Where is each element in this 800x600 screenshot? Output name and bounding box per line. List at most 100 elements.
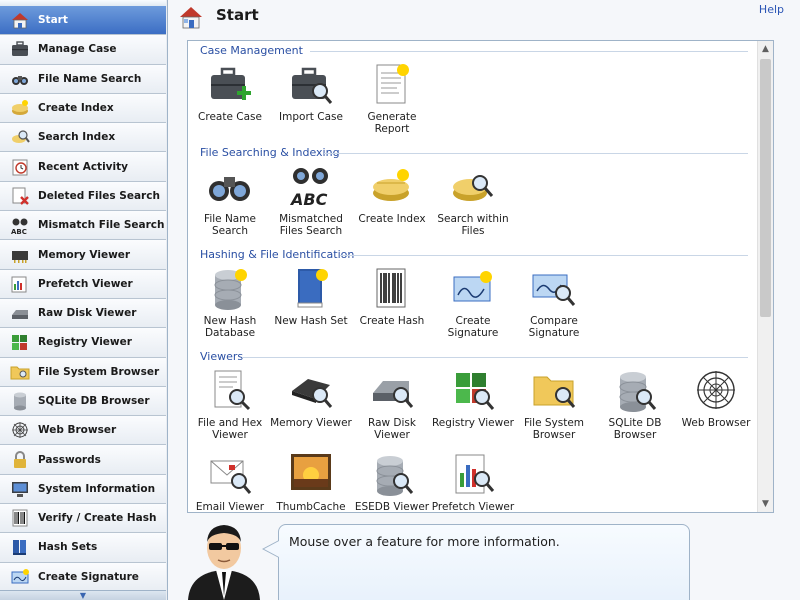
feature-label: ThumbCache Viewer <box>276 501 346 513</box>
feature-sqlite-db-browser[interactable]: SQLite DB Browser <box>593 367 677 441</box>
sidebar-item-label: Registry Viewer <box>38 336 132 349</box>
search-index-icon <box>450 163 496 209</box>
sidebar: Start Manage Case File Name Search Creat… <box>0 0 168 600</box>
memory-chip-icon <box>288 367 334 413</box>
feature-label: SQLite DB Browser <box>608 417 662 441</box>
search-index-icon <box>9 126 31 148</box>
feature-generate-report[interactable]: Generate Report <box>350 61 434 135</box>
feature-file-system-browser[interactable]: File System Browser <box>512 367 596 441</box>
feature-label: Memory Viewer <box>270 417 352 429</box>
home-icon <box>178 4 204 30</box>
feature-web-browser[interactable]: Web Browser <box>674 367 758 429</box>
sidebar-item-hash-sets[interactable]: Hash Sets <box>0 533 166 563</box>
sidebar-item-label: Hash Sets <box>38 541 98 554</box>
sidebar-item-web-browser[interactable]: Web Browser <box>0 416 166 446</box>
picture-icon <box>288 451 334 497</box>
sidebar-item-manage-case[interactable]: Manage Case <box>0 35 166 65</box>
feature-create-case[interactable]: Create Case <box>188 61 272 123</box>
email-icon <box>207 451 253 497</box>
feature-new-hash-set[interactable]: New Hash Set <box>269 265 353 327</box>
sidebar-item-recent-activity[interactable]: Recent Activity <box>0 152 166 182</box>
disk-icon <box>369 367 415 413</box>
sidebar-item-registry-viewer[interactable]: Registry Viewer <box>0 328 166 358</box>
feature-label: File Name Search <box>204 213 256 237</box>
feature-label: File System Browser <box>523 417 585 441</box>
feature-thumbcache-viewer[interactable]: ThumbCache Viewer <box>269 451 353 513</box>
sidebar-item-deleted-files-search[interactable]: Deleted Files Search <box>0 181 166 212</box>
memory-chip-icon <box>9 244 31 266</box>
feature-import-case[interactable]: Import Case <box>269 61 353 123</box>
feature-file-name-search[interactable]: File Name Search <box>188 163 272 237</box>
feature-registry-viewer[interactable]: Registry Viewer <box>431 367 515 429</box>
scroll-thumb[interactable] <box>760 59 771 317</box>
sidebar-item-verify-create-hash[interactable]: Verify / Create Hash <box>0 504 166 534</box>
index-icon <box>9 97 31 119</box>
feature-file-and-hex-viewer[interactable]: File and Hex Viewer <box>188 367 272 441</box>
feature-compare-signature[interactable]: Compare Signature <box>512 265 596 339</box>
web-icon <box>693 367 739 413</box>
sidebar-item-label: Prefetch Viewer <box>38 277 133 290</box>
feature-create-index[interactable]: Create Index <box>350 163 434 225</box>
barcode-icon <box>369 265 415 311</box>
feature-label: Create Index <box>358 213 426 225</box>
sidebar-item-label: Web Browser <box>38 424 117 437</box>
sidebar-item-label: Recent Activity <box>38 160 128 173</box>
sidebar-item-prefetch-viewer[interactable]: Prefetch Viewer <box>0 269 166 299</box>
sidebar-item-raw-disk-viewer[interactable]: Raw Disk Viewer <box>0 298 166 329</box>
feature-new-hash-database[interactable]: New Hash Database <box>188 265 272 339</box>
feature-memory-viewer[interactable]: Memory Viewer <box>269 367 353 429</box>
books-icon <box>9 536 31 558</box>
sidebar-item-system-information[interactable]: System Information <box>0 474 166 505</box>
clock-icon <box>9 156 31 178</box>
signature-icon <box>9 566 31 588</box>
help-link[interactable]: Help <box>759 3 784 16</box>
page-title: Start <box>216 6 259 24</box>
book-icon <box>288 265 334 311</box>
feature-mismatched-files-search[interactable]: ABC Mismatched Files Search <box>269 163 353 237</box>
feature-raw-disk-viewer[interactable]: Raw Disk Viewer <box>350 367 434 441</box>
briefcase-plus-icon <box>207 61 253 107</box>
feature-label: Compare Signature <box>528 315 580 339</box>
feature-email-viewer[interactable]: Email Viewer <box>188 451 272 513</box>
feature-label: Email Viewer <box>195 501 265 513</box>
feature-esedb-viewer[interactable]: ESEDB Viewer <box>350 451 434 513</box>
section-title-file-searching: File Searching & Indexing <box>200 146 340 159</box>
sidebar-item-file-name-search[interactable]: File Name Search <box>0 64 166 94</box>
feature-label: Prefetch Viewer <box>431 501 515 513</box>
sidebar-item-search-index[interactable]: Search Index <box>0 123 166 153</box>
sidebar-item-memory-viewer[interactable]: Memory Viewer <box>0 240 166 270</box>
scroll-up-arrow[interactable]: ▲ <box>758 41 773 57</box>
sidebar-item-sqlite-db-browser[interactable]: SQLite DB Browser <box>0 386 166 417</box>
sidebar-item-mismatch-file-search[interactable]: ABC Mismatch File Search <box>0 211 166 241</box>
feature-prefetch-viewer[interactable]: Prefetch Viewer <box>431 451 515 513</box>
section-divider <box>324 153 748 154</box>
sidebar-item-label: Mismatch File Search <box>38 219 165 232</box>
feature-label: Create Case <box>198 111 262 123</box>
sidebar-item-label: System Information <box>38 482 156 495</box>
sidebar-item-create-signature[interactable]: Create Signature <box>0 562 166 592</box>
sidebar-item-label: File Name Search <box>38 72 142 85</box>
feature-create-signature[interactable]: Create Signature <box>431 265 515 339</box>
abc-binoculars-icon: ABC <box>288 163 334 209</box>
registry-icon <box>9 331 31 353</box>
lock-icon <box>9 449 31 471</box>
sidebar-item-label: Manage Case <box>38 43 117 56</box>
panel-scrollbar[interactable]: ▲ ▼ <box>757 41 773 512</box>
feature-create-hash[interactable]: Create Hash <box>350 265 434 327</box>
prefetch-icon <box>9 273 31 295</box>
sidebar-item-start[interactable]: Start <box>0 6 166 36</box>
document-search-icon <box>207 367 253 413</box>
sidebar-item-file-system-browser[interactable]: File System Browser <box>0 357 166 387</box>
feature-label: ESEDB Viewer <box>354 501 430 513</box>
sidebar-item-passwords[interactable]: Passwords <box>0 445 166 475</box>
folder-icon <box>531 367 577 413</box>
scroll-down-arrow[interactable]: ▼ <box>758 496 773 512</box>
section-title-hashing: Hashing & File Identification <box>200 248 355 261</box>
feature-search-within-files[interactable]: Search within Files <box>431 163 515 237</box>
computer-icon <box>9 478 31 500</box>
sidebar-scroll-down[interactable]: ▼ <box>0 590 166 600</box>
feature-label: Create Hash <box>359 315 425 327</box>
report-icon <box>369 61 415 107</box>
sidebar-item-create-index[interactable]: Create Index <box>0 93 166 124</box>
database-icon <box>612 367 658 413</box>
